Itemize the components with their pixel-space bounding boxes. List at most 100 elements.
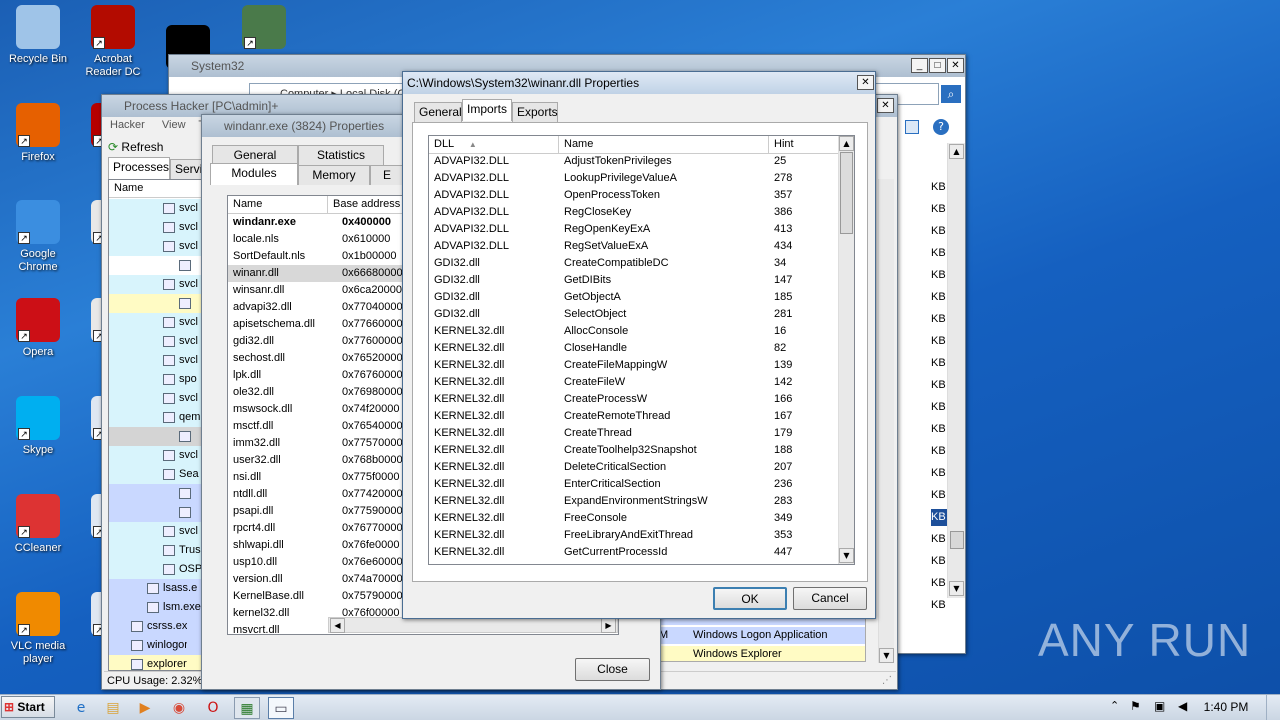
ok-button[interactable]: OK <box>713 587 787 610</box>
process-row[interactable]: svcl <box>109 313 207 332</box>
dll-column-header[interactable]: DLL ▲ <box>429 136 559 154</box>
scroll-down-arrow[interactable]: ▼ <box>949 581 964 596</box>
tray-arrow-icon[interactable]: ⌃ <box>1110 699 1119 712</box>
desktop-icon[interactable]: ↗ Skype <box>0 396 76 457</box>
process-row[interactable]: svcl <box>109 199 207 218</box>
properties-window-icon[interactable]: ▭ <box>268 697 294 719</box>
process-list-scrollbar[interactable] <box>878 179 894 663</box>
import-row[interactable]: KERNEL32.dll FreeLibraryAndExitThread 353 <box>429 527 837 544</box>
desktop-icon[interactable]: ↗ VLC media player <box>0 592 76 666</box>
network-icon[interactable]: ▣ <box>1154 699 1165 713</box>
size-grip-icon[interactable]: ⋰ <box>882 675 894 687</box>
clock[interactable]: 1:40 PM <box>1196 700 1256 714</box>
desktop-icon[interactable]: ↗ CCleaner <box>0 494 76 555</box>
tab-general[interactable]: General <box>414 102 462 122</box>
explorer-icon[interactable]: ▤ <box>100 697 126 719</box>
import-row[interactable]: KERNEL32.dll CreateRemoteThread 167 <box>429 408 837 425</box>
import-row[interactable]: ADVAPI32.DLL OpenProcessToken 357 <box>429 187 837 204</box>
process-row[interactable]: lsass.e <box>109 579 207 598</box>
explorer-scrollbar[interactable] <box>947 143 965 598</box>
process-row[interactable]: svcl <box>109 237 207 256</box>
scroll-up-arrow[interactable]: ▲ <box>839 136 854 151</box>
import-row[interactable]: ADVAPI32.DLL RegOpenKeyExA 413 <box>429 221 837 238</box>
opera-icon[interactable]: O <box>200 697 226 719</box>
import-row[interactable]: KERNEL32.dll CloseHandle 82 <box>429 340 837 357</box>
process-row[interactable]: svcl <box>109 332 207 351</box>
import-row[interactable]: ADVAPI32.DLL AdjustTokenPrivileges 25 <box>429 153 837 170</box>
tab-processes[interactable]: Processes <box>108 157 170 179</box>
import-row[interactable]: KERNEL32.dll GetCurrentProcessId 447 <box>429 544 837 561</box>
process-row[interactable]: qem <box>109 408 207 427</box>
process-row[interactable]: svcl <box>109 275 207 294</box>
desktop-icon[interactable]: ↗ Opera <box>0 298 76 359</box>
tab-general[interactable]: General <box>212 145 298 165</box>
name-column-header[interactable]: Name <box>559 136 769 154</box>
import-row[interactable]: KERNEL32.dll DeleteCriticalSection 207 <box>429 459 837 476</box>
close-button[interactable]: ✕ <box>877 98 894 113</box>
import-row[interactable]: GDI32.dll GetObjectA 185 <box>429 289 837 306</box>
refresh-button[interactable]: ⟳ Refresh <box>108 138 163 156</box>
import-row[interactable]: KERNEL32.dll AllocConsole 16 <box>429 323 837 340</box>
scroll-down-arrow[interactable]: ▼ <box>839 548 854 563</box>
process-row[interactable]: svcl <box>109 446 207 465</box>
list-item[interactable]: M Windows Logon Application <box>655 627 865 644</box>
import-row[interactable]: KERNEL32.dll FreeConsole 349 <box>429 510 837 527</box>
import-row[interactable]: KERNEL32.dll EnterCriticalSection 236 <box>429 476 837 493</box>
process-row[interactable]: svcl <box>109 522 207 541</box>
maximize-button[interactable]: □ <box>929 58 946 73</box>
dll-properties-window[interactable]: C:\Windows\System32\winanr.dll Propertie… <box>402 71 876 619</box>
modules-hscrollbar[interactable]: ◀ ▶ <box>328 617 618 633</box>
import-row[interactable]: ADVAPI32.DLL LookupPrivilegeValueA 278 <box>429 170 837 187</box>
help-icon[interactable]: ? <box>933 119 949 135</box>
tab-statistics[interactable]: Statistics <box>298 145 384 165</box>
desktop-icon[interactable]: Recycle Bin <box>0 5 76 66</box>
start-button[interactable]: ⊞ Start <box>1 696 55 718</box>
process-list[interactable]: Name svcl svcl svcl svcl svcl svcl svcl spo svcl… <box>108 179 208 671</box>
process-row[interactable]: svcl <box>109 389 207 408</box>
process-row[interactable] <box>109 294 207 313</box>
show-desktop-button[interactable] <box>1266 695 1280 720</box>
tab-services[interactable]: Servic <box>170 159 204 179</box>
scroll-up-arrow[interactable]: ▲ <box>949 144 964 159</box>
module-name-header[interactable]: Name <box>228 196 328 214</box>
search-icon[interactable]: ⌕ <box>941 85 961 103</box>
process-row[interactable]: csrss.exe <box>109 617 207 636</box>
tab-memory[interactable]: Memory <box>298 165 370 185</box>
process-row[interactable]: Sea <box>109 465 207 484</box>
process-row[interactable]: OSP <box>109 560 207 579</box>
process-row[interactable]: winlogon.e <box>109 636 207 655</box>
import-row[interactable]: KERNEL32.dll ExpandEnvironmentStringsW 283 <box>429 493 837 510</box>
process-row[interactable]: explorer.e <box>109 655 207 670</box>
imports-list[interactable]: DLL ▲ Name Hint ADVAPI32.DLL AdjustTokenP… <box>428 135 855 565</box>
import-row[interactable]: KERNEL32.dll CreateToolhelp32Snapshot 188 <box>429 442 837 459</box>
tab-imports[interactable]: Imports <box>462 99 512 121</box>
cancel-button[interactable]: Cancel <box>793 587 867 610</box>
list-item[interactable]: Windows Explorer <box>655 646 865 661</box>
flag-icon[interactable]: ⚑ <box>1130 699 1141 713</box>
name-column-header[interactable]: Name <box>109 180 207 198</box>
ie-icon[interactable]: e <box>68 697 94 719</box>
import-row[interactable]: KERNEL32.dll CreateThread 179 <box>429 425 837 442</box>
tab-exports[interactable]: Exports <box>512 102 558 122</box>
close-button[interactable]: ✕ <box>947 58 964 73</box>
hint-column-header[interactable]: Hint <box>769 136 839 154</box>
menu-item-hacker[interactable]: Hacker <box>110 119 145 131</box>
process-row[interactable]: svcl <box>109 351 207 370</box>
dll-properties-titlebar[interactable]: C:\Windows\System32\winanr.dll Propertie… <box>403 72 875 94</box>
process-row[interactable]: svcl <box>109 218 207 237</box>
import-row[interactable]: ADVAPI32.DLL RegSetValueExA 434 <box>429 238 837 255</box>
scroll-left-arrow[interactable]: ◀ <box>330 618 345 633</box>
process-row[interactable]: spo <box>109 370 207 389</box>
menu-item-view[interactable]: View <box>162 119 186 131</box>
tab-environment[interactable]: E <box>370 165 404 185</box>
import-row[interactable]: GDI32.dll CreateCompatibleDC 34 <box>429 255 837 272</box>
import-row[interactable]: GDI32.dll SelectObject 281 <box>429 306 837 323</box>
tab-modules[interactable]: Modules <box>210 163 298 185</box>
minimize-button[interactable]: _ <box>911 58 928 73</box>
import-row[interactable]: KERNEL32.dll CreateFileW 142 <box>429 374 837 391</box>
preview-pane-icon[interactable] <box>905 120 919 134</box>
desktop-icon[interactable]: ↗ Google Chrome <box>0 200 76 274</box>
scroll-thumb[interactable] <box>840 152 853 234</box>
scroll-thumb[interactable] <box>950 531 964 549</box>
chrome-icon[interactable]: ◉ <box>166 697 192 719</box>
